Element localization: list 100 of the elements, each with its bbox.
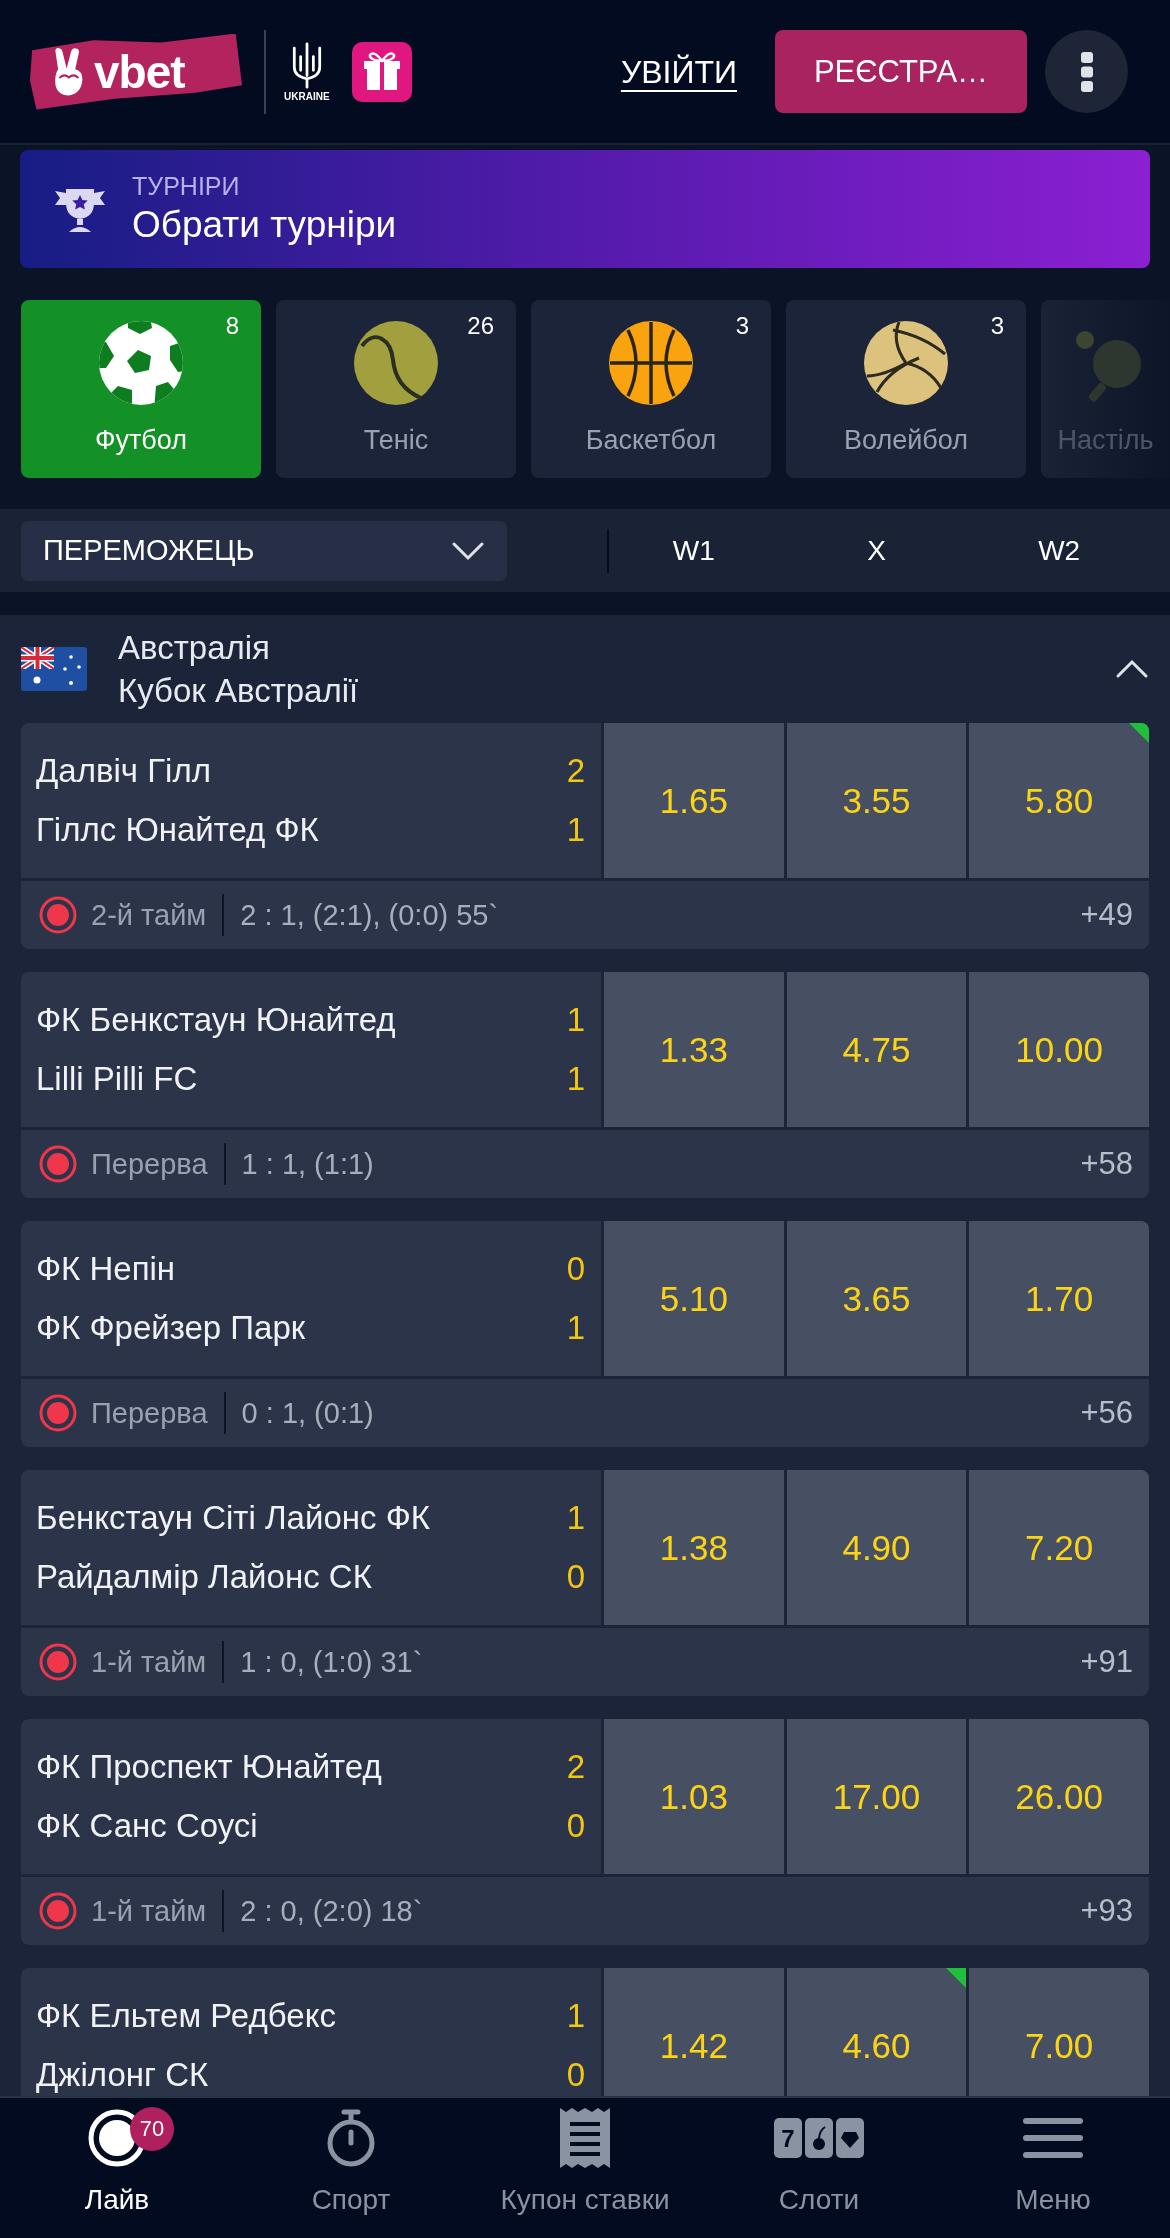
team-score: 0 [566, 1250, 585, 1288]
login-link[interactable]: УВІЙТИ [620, 51, 737, 92]
match-period: 1-й тайм [91, 1645, 207, 1679]
live-icon [39, 1394, 77, 1432]
odds-button[interactable]: 1.70 [969, 1221, 1149, 1376]
odds-button[interactable]: 1.65 [604, 723, 784, 878]
more-markets-count[interactable]: +93 [1080, 1893, 1133, 1929]
live-icon [39, 1643, 77, 1681]
more-markets-count[interactable]: +91 [1080, 1644, 1133, 1680]
team-name: Райдалмір Лайонс СК [36, 1558, 372, 1596]
nav-tab[interactable]: Меню [936, 2098, 1170, 2238]
score-detail: 2 : 0, (2:0) 18` [240, 1894, 423, 1928]
live-icon [39, 896, 77, 934]
nav-tab[interactable]: Спорт [234, 2098, 468, 2238]
basketball-icon [608, 320, 694, 406]
market-dropdown[interactable]: ПЕРЕМОЖЕЦЬ [21, 520, 507, 581]
team-name: Бенкстаун Сіті Лайонс ФК [36, 1499, 430, 1537]
team-name: Lilli Pilli FC [36, 1060, 198, 1098]
event-count: 3 [735, 312, 749, 340]
nav-tab[interactable]: 70 Лайв [0, 2098, 234, 2238]
register-button[interactable]: РЕЄСТРА… [775, 30, 1027, 113]
team-score: 0 [566, 1807, 585, 1845]
event-count: 3 [990, 312, 1004, 340]
score-detail: 1 : 0, (1:0) 31` [240, 1645, 423, 1679]
odds-button[interactable]: 1.38 [604, 1470, 784, 1625]
team-name: ФК Проспект Юнайтед [36, 1748, 382, 1786]
team-score: 0 [566, 2056, 585, 2094]
league-country: Австралія [118, 628, 271, 668]
chevron-down-icon [451, 540, 485, 561]
match-teams-panel[interactable]: ФК Непін 0 ФК Фрейзер Парк 1 [21, 1221, 601, 1376]
match-period: Перерва [91, 1147, 208, 1181]
team-name: ФК Бенкстаун Юнайтед [36, 1001, 396, 1039]
match-period: 2-й тайм [91, 898, 207, 932]
odds-button[interactable]: 7.00 [969, 1968, 1149, 2096]
sport-tile[interactable]: 3 Волейбол [786, 300, 1026, 478]
odds-button[interactable]: 1.42 [604, 1968, 784, 2096]
more-markets-count[interactable]: +58 [1080, 1146, 1133, 1182]
league-name: Кубок Австралії [118, 671, 360, 711]
banner-title: Обрати турніри [132, 203, 397, 247]
emblem-caption: UKRAINE [284, 92, 330, 102]
menu-icon [1023, 2118, 1083, 2158]
odds-button[interactable]: 10.00 [969, 972, 1149, 1127]
team-score: 1 [566, 1997, 585, 2035]
team-name: Гіллс Юнайтед ФК [36, 811, 319, 849]
match-teams-panel[interactable]: ФК Бенкстаун Юнайтед 1 Lilli Pilli FC 1 [21, 972, 601, 1127]
odds-button[interactable]: 5.10 [604, 1221, 784, 1376]
odds-button[interactable]: 5.80 [969, 723, 1149, 878]
chevron-up-icon[interactable] [1115, 659, 1149, 679]
match-teams-panel[interactable]: Далвіч Гілл 2 Гіллс Юнайтед ФК 1 [21, 723, 601, 878]
score-detail: 1 : 1, (1:1) [241, 1147, 374, 1181]
odds-button[interactable]: 3.55 [786, 723, 967, 878]
more-markets-count[interactable]: +49 [1080, 897, 1133, 933]
team-score: 1 [566, 1001, 585, 1039]
score-detail: 2 : 1, (2:1), (0:0) 55` [240, 898, 499, 932]
odds-button[interactable]: 3.65 [786, 1221, 967, 1376]
sport-tile[interactable]: 3 Баскетбол [531, 300, 771, 478]
team-name: ФК Санс Соусі [36, 1807, 258, 1845]
nav-tab[interactable]: 7 Слоти [702, 2098, 936, 2238]
event-count: 26 [467, 312, 494, 340]
nav-tab[interactable]: Купон ставки [468, 2098, 702, 2238]
match-teams-panel[interactable]: ФК Ельтем Редбекс 1 Джілонг СК 0 [21, 1968, 601, 2096]
match-teams-panel[interactable]: Бенкстаун Сіті Лайонс ФК 1 Райдалмір Лайонс СК 0 [21, 1470, 601, 1625]
odds-button[interactable]: 26.00 [969, 1719, 1149, 1874]
team-name: Далвіч Гілл [36, 752, 211, 790]
odds-button[interactable]: 1.03 [604, 1719, 784, 1874]
gift-icon[interactable] [351, 41, 412, 102]
team-score: 1 [566, 811, 585, 849]
volleyball-icon [863, 320, 949, 406]
odds-button[interactable]: 1.33 [604, 972, 784, 1127]
team-name: ФК Ельтем Редбекс [36, 1997, 336, 2035]
team-score: 2 [566, 752, 585, 790]
logo-text: vbet [94, 48, 185, 95]
match-period: Перерва [91, 1396, 208, 1430]
sport-tile[interactable]: 8 Футбол [21, 300, 261, 478]
tennis-ball-icon [353, 320, 439, 406]
more-markets-count[interactable]: +56 [1080, 1395, 1133, 1431]
column-header: W1 [671, 533, 716, 568]
team-score: 1 [566, 1309, 585, 1347]
odds-button[interactable]: 4.60 [786, 1968, 967, 2096]
logo[interactable]: vbet [30, 33, 242, 110]
match-period: 1-й тайм [91, 1894, 207, 1928]
team-name: ФК Непін [36, 1250, 176, 1288]
team-name: ФК Фрейзер Парк [36, 1309, 306, 1347]
sport-tile[interactable]: 26 Теніс [276, 300, 516, 478]
live-icon [39, 1145, 77, 1183]
team-name: Джілонг СК [36, 2056, 209, 2094]
team-score: 0 [566, 1558, 585, 1596]
odds-button[interactable]: 7.20 [969, 1470, 1149, 1625]
australia-flag-icon [21, 647, 87, 691]
team-score: 1 [566, 1060, 585, 1098]
event-count: 8 [225, 312, 239, 340]
odds-button[interactable]: 17.00 [786, 1719, 967, 1874]
receipt-icon [558, 2106, 612, 2170]
match-teams-panel[interactable]: ФК Проспект Юнайтед 2 ФК Санс Соусі 0 [21, 1719, 601, 1874]
team-score: 2 [566, 1748, 585, 1786]
odds-button[interactable]: 4.75 [786, 972, 967, 1127]
odds-button[interactable]: 4.90 [786, 1470, 967, 1625]
football-icon [98, 320, 184, 406]
more-icon [1079, 50, 1094, 93]
tournaments-banner[interactable]: ТУРНІРИ Обрати турніри [20, 150, 1150, 268]
